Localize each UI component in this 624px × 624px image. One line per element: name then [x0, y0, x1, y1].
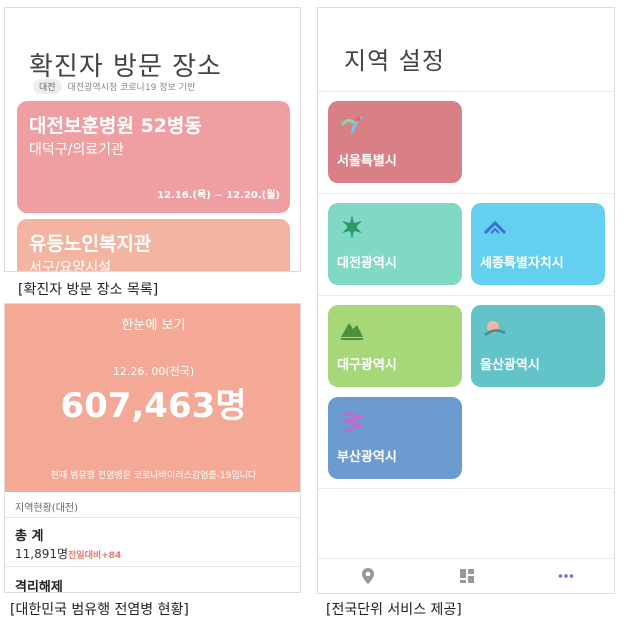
bottom-nav: [318, 558, 614, 593]
divider: [318, 91, 614, 92]
release-label: 격리해제: [15, 580, 63, 593]
region-settings-title: 지역 설정: [344, 47, 445, 75]
nav-location[interactable]: [348, 561, 388, 591]
source-meta: 대전 대전광역시청 코로나19 정보 기반: [33, 79, 195, 94]
divider: [318, 295, 614, 296]
daejeon-logo-icon: [342, 215, 362, 239]
region-name: 서울특별시: [337, 154, 397, 169]
region-tile-sejong[interactable]: 세종특별자치시: [471, 203, 605, 285]
place-name: 유등노인복지관: [29, 233, 152, 255]
nav-dashboard[interactable]: [447, 561, 487, 591]
dashboard-grid-icon: [459, 569, 474, 583]
region-name: 부산광역시: [337, 450, 397, 465]
divider: [5, 566, 300, 567]
total-label: 총 계: [15, 529, 44, 544]
pandemic-note: 현재 범유행 전염병은 코로나바이러스감염증-19입니다: [50, 471, 257, 481]
region-tile-busan[interactable]: 부산광역시: [328, 397, 462, 479]
divider: [318, 488, 614, 489]
region-tile-daegu[interactable]: 대구광역시: [328, 305, 462, 387]
region-tag[interactable]: 대전: [33, 79, 62, 94]
status-date: 12.26. 00(전국): [112, 365, 195, 378]
caption-status: [대한민국 범유행 전염병 현황]: [10, 602, 189, 618]
divider: [318, 193, 614, 194]
ulsan-logo-icon: [484, 321, 506, 337]
total-row: 11,891명전일대비+84: [15, 545, 121, 562]
view-all-label: 한눈에 보기: [121, 318, 186, 333]
region-tile-ulsan[interactable]: 울산광역시: [471, 305, 605, 387]
region-name: 세종특별자치시: [480, 256, 564, 271]
region-name: 울산광역시: [480, 358, 540, 373]
caption-region-settings: [전국단위 서비스 제공]: [326, 602, 462, 618]
source-text: 대전광역시청 코로나19 정보 기반: [67, 83, 196, 93]
national-total-count: 607,463명: [60, 386, 247, 426]
seoul-logo-icon: [340, 115, 363, 134]
place-type: 대덕구/의료기관: [29, 142, 124, 158]
delta-badge: 전일대비+84: [68, 551, 122, 561]
place-card[interactable]: 대전보훈병원 52병동 대덕구/의료기관 12.16.(목) ~ 12.20.(…: [17, 101, 290, 213]
region-status-header: 지역현황(대전): [5, 492, 300, 518]
place-date: 12.16.(목) ~ 12.20.(월): [157, 190, 280, 201]
more-dots-icon: [559, 574, 574, 578]
nav-more[interactable]: [546, 561, 586, 591]
total-value: 11,891명: [15, 547, 69, 561]
place-type: 서구/요양시설: [29, 260, 111, 272]
busan-logo-icon: [340, 411, 366, 433]
location-pin-icon: [361, 568, 374, 584]
status-screen: 한눈에 보기 12.26. 00(전국) 607,463명 현재 범유행 전염병…: [4, 303, 301, 593]
place-card[interactable]: 유등노인복지관 서구/요양시설: [17, 219, 290, 272]
daegu-logo-icon: [341, 323, 363, 340]
visit-places-screen: 확진자 방문 장소 대전 대전광역시청 코로나19 정보 기반 대전보훈병원 5…: [4, 7, 301, 272]
sejong-logo-icon: [483, 220, 507, 235]
region-settings-screen: 지역 설정 서울특별시 대전광역시 세종특별자치시 대구광역시 울산광역시 부산…: [317, 7, 615, 594]
region-tile-daejeon[interactable]: 대전광역시: [328, 203, 462, 285]
status-hero: 한눈에 보기 12.26. 00(전국) 607,463명 현재 범유행 전염병…: [5, 304, 300, 492]
region-name: 대전광역시: [337, 256, 397, 271]
place-name: 대전보훈병원 52병동: [29, 115, 202, 137]
region-name: 대구광역시: [337, 358, 397, 373]
visit-places-title: 확진자 방문 장소: [29, 52, 222, 82]
region-tile-seoul[interactable]: 서울특별시: [328, 101, 462, 183]
caption-visit-places: [확진자 방문 장소 목록]: [18, 282, 159, 298]
